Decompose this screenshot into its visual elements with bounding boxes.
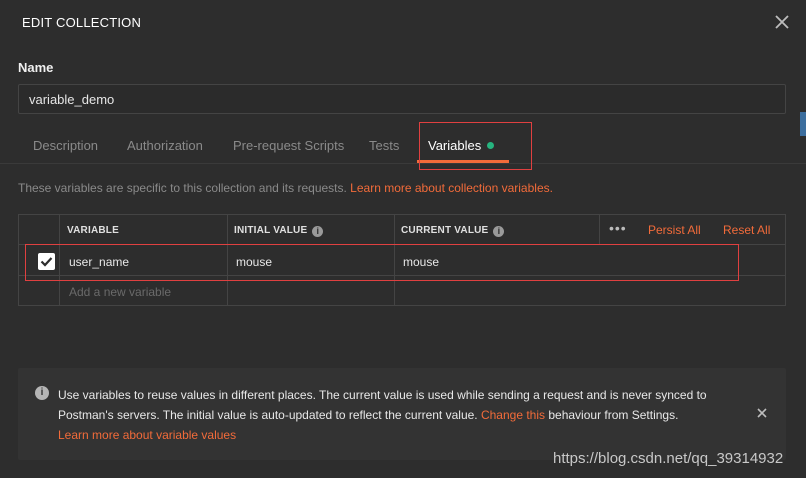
new-variable-row: Add a new variable — [19, 277, 785, 305]
header-initial-value-label: INITIAL VALUE — [234, 225, 308, 236]
tab-description[interactable]: Description — [33, 138, 98, 153]
info-icon[interactable]: i — [312, 226, 324, 237]
variable-name-cell[interactable]: user_name — [69, 255, 129, 269]
change-this-link[interactable]: Change this — [481, 408, 545, 422]
current-value-cell[interactable]: mouse — [403, 255, 439, 269]
close-icon[interactable] — [772, 12, 792, 32]
tab-variables[interactable]: Variables — [428, 138, 495, 153]
modal-header: EDIT COLLECTION — [0, 0, 806, 44]
tab-variables-label: Variables — [428, 138, 482, 153]
status-dot — [487, 142, 495, 149]
tab-pre-request-scripts[interactable]: Pre-request Scripts — [233, 138, 344, 153]
header-current-value-label: CURRENT VALUE — [401, 225, 489, 236]
collection-name-input[interactable] — [18, 84, 786, 114]
notice-text: Use variables to reuse values in differe… — [58, 385, 748, 445]
more-options-icon[interactable]: ••• — [609, 220, 627, 236]
reset-all-button[interactable]: Reset All — [723, 223, 770, 237]
learn-variable-values-link[interactable]: Learn more about variable values — [58, 428, 236, 442]
learn-collection-variables-link[interactable]: Learn more about collection variables. — [350, 181, 553, 195]
tab-bar: Description Authorization Pre-request Sc… — [0, 126, 806, 164]
info-icon: i — [35, 386, 49, 400]
modal-title: EDIT COLLECTION — [22, 15, 142, 30]
info-icon[interactable]: i — [493, 226, 505, 237]
tab-tests[interactable]: Tests — [369, 138, 399, 153]
tab-authorization[interactable]: Authorization — [127, 138, 203, 153]
description-text: These variables are specific to this col… — [18, 181, 347, 195]
table-row: user_name mouse mouse — [19, 246, 785, 276]
watermark: https://blog.csdn.net/qq_39314932 — [553, 450, 784, 467]
table-header: VARIABLE INITIAL VALUE i CURRENT VALUE i •… — [19, 215, 785, 245]
info-notice: i Use variables to reuse values in diffe… — [18, 368, 786, 460]
edit-collection-modal: EDIT COLLECTION Name Description Authori… — [0, 0, 806, 478]
name-label: Name — [18, 60, 54, 75]
header-variable: VARIABLE — [67, 225, 119, 236]
active-tab-indicator — [417, 160, 509, 163]
enable-variable-checkbox[interactable] — [38, 253, 55, 270]
initial-value-cell[interactable]: mouse — [236, 255, 272, 269]
dismiss-notice-icon[interactable] — [755, 406, 769, 420]
notice-body-suffix: behaviour from Settings. — [548, 408, 679, 422]
add-variable-input[interactable]: Add a new variable — [69, 285, 171, 299]
variables-description: These variables are specific to this col… — [18, 181, 553, 195]
persist-all-button[interactable]: Persist All — [648, 223, 701, 237]
header-current-value: CURRENT VALUE i — [401, 225, 505, 237]
header-initial-value: INITIAL VALUE i — [234, 225, 324, 237]
variables-table: VARIABLE INITIAL VALUE i CURRENT VALUE i •… — [18, 214, 786, 306]
